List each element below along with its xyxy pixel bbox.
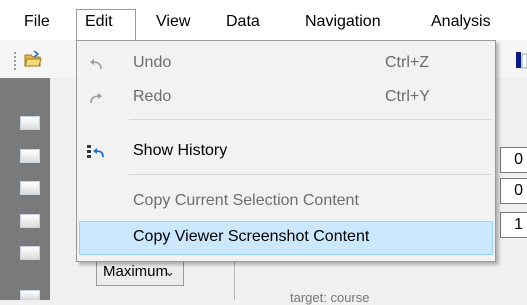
menu-item-copy-selection[interactable]: Copy Current Selection Content — [79, 185, 493, 219]
view-single-icon[interactable] — [20, 116, 40, 130]
value-field-1[interactable]: 0 — [500, 147, 527, 173]
view-grid-icon[interactable] — [20, 246, 40, 260]
menu-item-redo-shortcut: Ctrl+Y — [385, 88, 430, 105]
edit-menu-dropdown: Undo Ctrl+Z Redo Ctrl+Y Show History Cop… — [76, 40, 496, 262]
toolbar-grip[interactable] — [14, 52, 16, 70]
menu-item-undo[interactable]: Undo Ctrl+Z — [79, 47, 493, 81]
menu-item-copy-selection-label: Copy Current Selection Content — [133, 192, 359, 209]
open-folder-icon[interactable] — [24, 50, 42, 68]
view-multi-icon[interactable] — [20, 290, 40, 300]
value-field-2[interactable]: 0 — [500, 178, 527, 204]
menu-data[interactable]: Data — [226, 10, 260, 40]
view-split-vertical-icon[interactable] — [20, 149, 40, 163]
menu-item-undo-shortcut: Ctrl+Z — [385, 54, 429, 71]
aggregation-select[interactable]: Maximum ⌄ — [96, 258, 184, 286]
menu-item-copy-screenshot-label: Copy Viewer Screenshot Content — [133, 228, 370, 245]
menu-item-copy-screenshot[interactable]: Copy Viewer Screenshot Content — [79, 221, 493, 255]
menu-edit[interactable]: Edit — [76, 9, 136, 40]
menu-navigation[interactable]: Navigation — [305, 10, 381, 40]
aggregation-select-value: Maximum — [103, 263, 169, 280]
chevron-down-icon: ⌄ — [164, 264, 175, 279]
menu-item-show-history-label: Show History — [133, 142, 228, 159]
menu-item-undo-label: Undo — [133, 54, 172, 71]
value-field-3[interactable]: 1 — [500, 212, 527, 238]
menu-view[interactable]: View — [156, 10, 190, 40]
view-three-column-icon[interactable] — [20, 214, 40, 228]
menu-analysis[interactable]: Analysis — [431, 10, 491, 40]
menu-item-show-history[interactable]: Show History — [79, 135, 493, 169]
history-icon — [87, 145, 104, 158]
redo-icon — [90, 93, 102, 104]
undo-icon — [90, 59, 102, 70]
menu-file[interactable]: File — [24, 10, 50, 40]
menu-item-redo[interactable]: Redo Ctrl+Y — [79, 81, 493, 115]
toolbar-color-icon[interactable] — [516, 50, 527, 70]
menu-separator — [129, 119, 491, 120]
menu-separator — [129, 174, 491, 175]
partial-label: target: course — [290, 290, 370, 305]
view-split-horizontal-icon[interactable] — [20, 181, 40, 195]
menu-item-redo-label: Redo — [133, 88, 172, 105]
